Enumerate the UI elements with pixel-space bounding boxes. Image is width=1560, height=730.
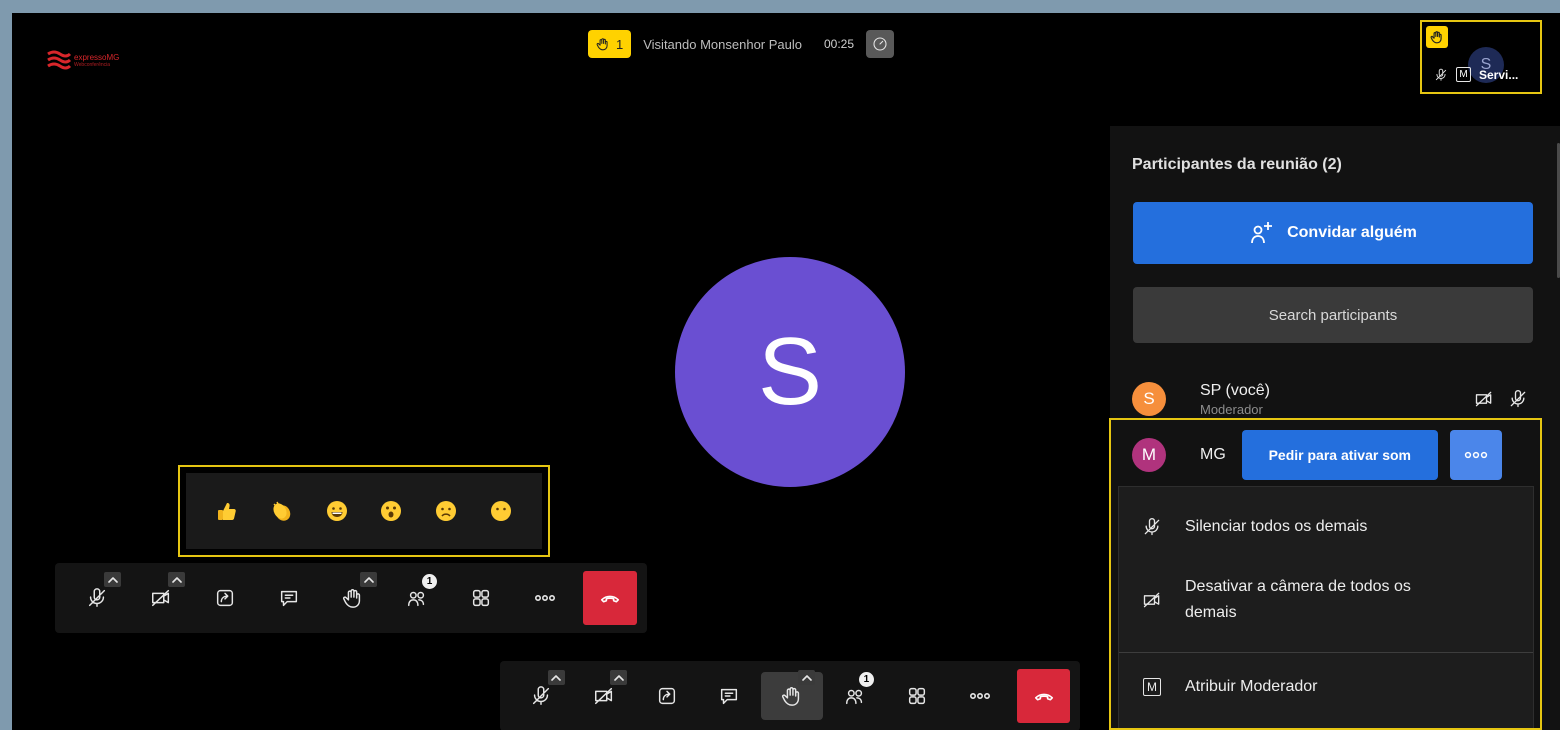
mic-muted-icon: [533, 686, 550, 705]
more-dots-icon: [969, 692, 990, 700]
logo-subtext: Webconferência: [74, 61, 111, 68]
meeting-timer: 00:25: [824, 37, 855, 51]
grid-icon: [472, 589, 490, 607]
speaker-avatar: S: [675, 257, 905, 487]
chevron-up-icon: [363, 576, 374, 583]
hang-up-icon: [1034, 693, 1053, 701]
participants-count-badge: 1: [858, 672, 874, 687]
meeting-toolbar: 1: [500, 661, 1080, 730]
mic-muted-icon: [1435, 68, 1447, 81]
meeting-title: Visitando Monsenhor Paulo: [643, 36, 802, 52]
raise-hand-button[interactable]: [321, 572, 385, 622]
more-actions-button[interactable]: [948, 672, 1011, 720]
invite-label: Convidar alguém: [1287, 224, 1417, 241]
surprised-face-reaction-icon[interactable]: [378, 498, 404, 524]
reactions-caret[interactable]: [360, 572, 377, 587]
camera-off-icon: [594, 687, 613, 705]
participants-button[interactable]: 1: [385, 574, 449, 622]
participants-panel-title: Participantes da reunião (2): [1132, 156, 1342, 173]
mic-muted-icon: [1510, 390, 1526, 408]
share-screen-button[interactable]: [193, 574, 257, 622]
chevron-up-icon: [613, 674, 624, 681]
invite-button[interactable]: Convidar alguém: [1133, 202, 1533, 264]
neutral-face-reaction-icon[interactable]: [488, 498, 514, 524]
chat-button[interactable]: [698, 672, 761, 720]
raise-hand-button[interactable]: [760, 670, 824, 720]
chat-button[interactable]: [257, 574, 321, 622]
raised-hand-icon: [343, 589, 361, 608]
tile-view-button[interactable]: [449, 574, 513, 622]
tile-view-button[interactable]: [886, 672, 949, 720]
share-screen-button[interactable]: [635, 672, 698, 720]
mini-tile-footer: M Servi...: [1434, 67, 1518, 82]
more-actions-button[interactable]: [513, 574, 577, 622]
participant-mini-tile[interactable]: S M Servi...: [1420, 20, 1542, 94]
camera-toggle-button[interactable]: [573, 670, 636, 720]
gauge-icon: [873, 37, 887, 51]
meeting-topbar: 1 Visitando Monsenhor Paulo 00:25: [588, 29, 895, 59]
reactions-menu: [178, 465, 550, 557]
participants-icon: [408, 591, 425, 607]
logo-text: expressoMG: [74, 52, 120, 62]
leave-meeting-button[interactable]: [1017, 669, 1070, 723]
mic-toggle-button[interactable]: [510, 670, 573, 720]
camera-options-caret[interactable]: [610, 670, 628, 685]
clapping-hands-reaction-icon[interactable]: [269, 498, 295, 524]
add-person-icon: [1251, 222, 1273, 244]
mic-options-caret[interactable]: [104, 572, 121, 587]
chat-icon: [280, 590, 298, 607]
moderator-badge: M: [1456, 67, 1471, 82]
share-screen-icon: [658, 687, 675, 705]
frowning-face-reaction-icon[interactable]: [433, 498, 459, 524]
reactions-caret[interactable]: [798, 670, 816, 685]
raised-hands-count: 1: [616, 36, 624, 52]
meeting-toolbar-expanded: 1: [55, 563, 647, 633]
participants-button[interactable]: 1: [823, 672, 886, 720]
mic-muted-icon: [88, 588, 106, 607]
more-dots-icon: [534, 594, 556, 602]
raised-hand-icon: [596, 38, 608, 51]
highlight-box: [1109, 418, 1542, 730]
participant-avatar: S: [1132, 382, 1166, 416]
connection-quality-button[interactable]: [866, 30, 895, 58]
chevron-up-icon: [551, 674, 561, 681]
participants-icon: [845, 689, 862, 705]
leave-meeting-button[interactable]: [583, 571, 637, 625]
grid-icon: [909, 687, 926, 705]
thumbs-up-reaction-icon[interactable]: [214, 498, 240, 524]
mic-toggle-button[interactable]: [65, 572, 129, 622]
hang-up-icon: [600, 595, 620, 603]
participant-role: Moderador: [1200, 401, 1263, 417]
raised-hand-icon: [1430, 31, 1442, 44]
camera-off-icon: [1475, 391, 1492, 407]
chat-icon: [721, 688, 738, 705]
meeting-window: expressoMG Webconferência 1 Visitando Mo…: [12, 13, 1560, 730]
chevron-up-icon: [801, 674, 812, 681]
camera-toggle-button[interactable]: [129, 572, 193, 622]
mini-tile-name: Servi...: [1479, 67, 1519, 82]
raised-hands-badge[interactable]: 1: [588, 30, 632, 58]
mini-raised-hand-indicator: [1426, 26, 1448, 48]
mic-options-caret[interactable]: [547, 670, 565, 685]
raised-hand-icon: [781, 687, 800, 706]
camera-off-icon: [152, 589, 170, 607]
camera-options-caret[interactable]: [168, 572, 185, 587]
logo-waves-icon: [47, 50, 72, 70]
expresso-logo: expressoMG Webconferência: [46, 49, 119, 71]
chevron-up-icon: [107, 576, 118, 583]
grinning-face-reaction-icon[interactable]: [324, 498, 350, 524]
participants-count-badge: 1: [422, 574, 437, 589]
chevron-up-icon: [171, 576, 182, 583]
participant-name: SP (você): [1200, 381, 1270, 399]
search-participants-input[interactable]: [1133, 287, 1533, 343]
share-screen-icon: [216, 589, 234, 607]
